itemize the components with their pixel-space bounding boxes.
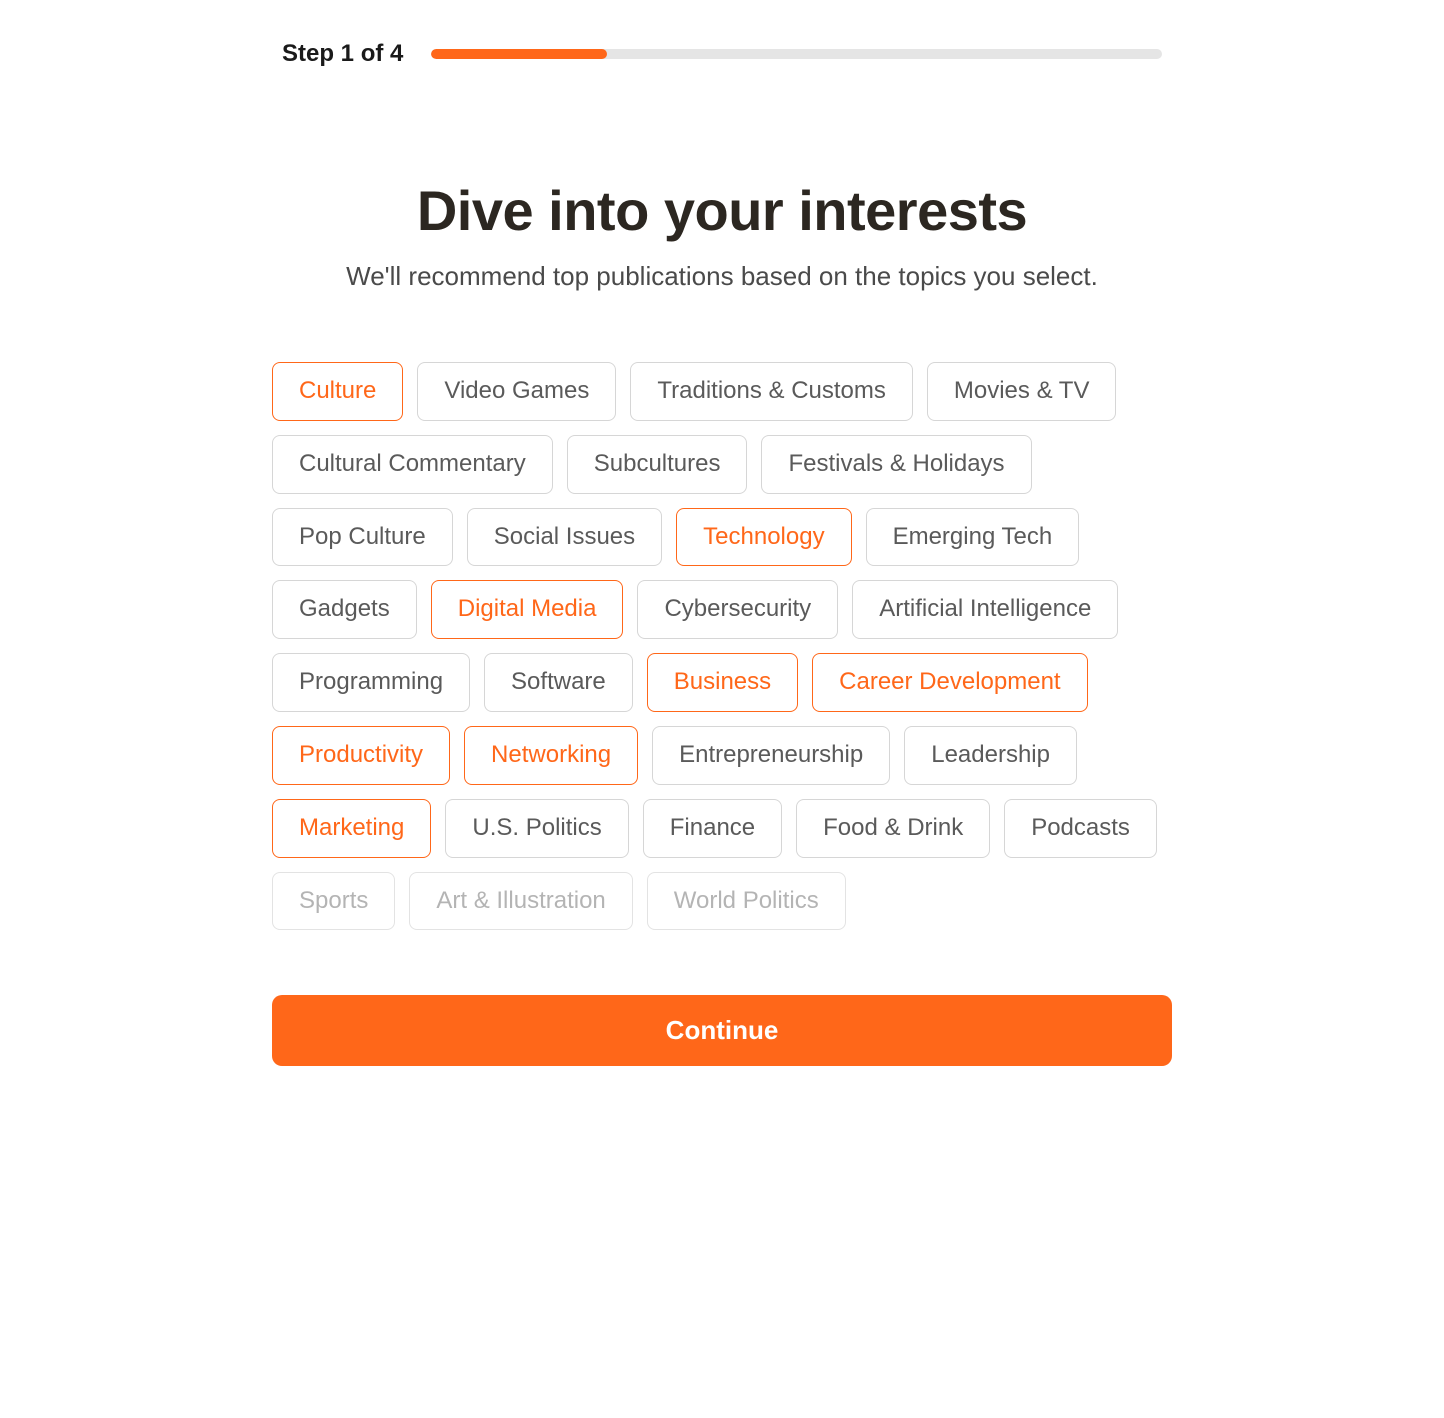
progress-fill: [431, 49, 606, 59]
topic-chip[interactable]: Culture: [272, 362, 403, 421]
topic-chip[interactable]: Productivity: [272, 726, 450, 785]
topic-chip[interactable]: Podcasts: [1004, 799, 1157, 858]
topic-chip[interactable]: Social Issues: [467, 508, 662, 567]
page-subtitle: We'll recommend top publications based o…: [262, 261, 1182, 292]
step-label: Step 1 of 4: [282, 40, 403, 68]
topic-chip[interactable]: Video Games: [417, 362, 616, 421]
topic-chip[interactable]: Emerging Tech: [866, 508, 1080, 567]
progress-bar: [431, 49, 1162, 59]
continue-bar: Continue: [262, 995, 1182, 1066]
topic-chip[interactable]: Pop Culture: [272, 508, 453, 567]
topic-chip[interactable]: Cultural Commentary: [272, 435, 553, 494]
topic-chip[interactable]: Programming: [272, 653, 470, 712]
onboarding-container: Step 1 of 4 Dive into your interests We'…: [262, 0, 1182, 1022]
topic-chip[interactable]: Leadership: [904, 726, 1077, 785]
topics-list: CultureVideo GamesTraditions & CustomsMo…: [262, 362, 1182, 930]
topic-chip[interactable]: Gadgets: [272, 580, 417, 639]
topic-chip[interactable]: Networking: [464, 726, 638, 785]
topic-chip[interactable]: U.S. Politics: [445, 799, 628, 858]
topic-chip[interactable]: Festivals & Holidays: [761, 435, 1031, 494]
topic-chip[interactable]: Food & Drink: [796, 799, 990, 858]
topic-chip[interactable]: Entrepreneurship: [652, 726, 890, 785]
topic-chip[interactable]: Cybersecurity: [637, 580, 838, 639]
topic-chip[interactable]: World Politics: [647, 872, 846, 931]
topic-chip[interactable]: Software: [484, 653, 633, 712]
topic-chip[interactable]: Finance: [643, 799, 782, 858]
topic-chip[interactable]: Movies & TV: [927, 362, 1117, 421]
topic-chip[interactable]: Business: [647, 653, 798, 712]
topic-chip[interactable]: Technology: [676, 508, 851, 567]
topics-viewport: CultureVideo GamesTraditions & CustomsMo…: [262, 362, 1182, 1022]
topic-chip[interactable]: Marketing: [272, 799, 431, 858]
topic-chip[interactable]: Artificial Intelligence: [852, 580, 1118, 639]
page-title: Dive into your interests: [262, 178, 1182, 243]
topic-chip[interactable]: Subcultures: [567, 435, 748, 494]
topic-chip[interactable]: Traditions & Customs: [630, 362, 913, 421]
topic-chip[interactable]: Sports: [272, 872, 395, 931]
topic-chip[interactable]: Art & Illustration: [409, 872, 632, 931]
progress-header: Step 1 of 4: [262, 40, 1182, 68]
continue-button[interactable]: Continue: [272, 995, 1172, 1066]
topic-chip[interactable]: Digital Media: [431, 580, 624, 639]
topic-chip[interactable]: Career Development: [812, 653, 1087, 712]
